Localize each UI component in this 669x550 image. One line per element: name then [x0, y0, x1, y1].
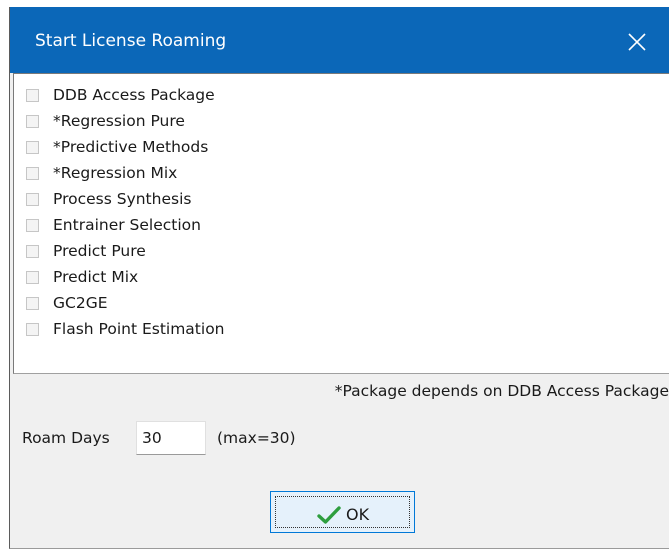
close-button[interactable] [616, 23, 656, 59]
window-title: Start License Roaming [35, 31, 227, 51]
close-icon [628, 33, 646, 51]
ok-button[interactable]: OK [270, 491, 415, 533]
package-label: GC2GE [53, 294, 108, 312]
title-bar: Start License Roaming [10, 7, 669, 73]
package-item-entrainer-selection[interactable]: Entrainer Selection [26, 215, 646, 239]
checkmark-icon [317, 506, 341, 524]
package-item-regression-pure[interactable]: *Regression Pure [26, 111, 646, 135]
roam-days-label: Roam Days [22, 429, 110, 447]
package-checklist: DDB Access Package *Regression Pure *Pre… [13, 73, 669, 374]
start-license-roaming-dialog: Start License Roaming DDB Access Package… [9, 7, 669, 549]
package-item-process-synthesis[interactable]: Process Synthesis [26, 189, 646, 213]
checkbox[interactable] [26, 297, 39, 310]
package-item-gc2ge[interactable]: GC2GE [26, 293, 646, 317]
package-item-predict-mix[interactable]: Predict Mix [26, 267, 646, 291]
checkbox[interactable] [26, 141, 39, 154]
checkbox[interactable] [26, 219, 39, 232]
checkbox[interactable] [26, 193, 39, 206]
focus-rectangle: OK [275, 496, 410, 528]
checkbox[interactable] [26, 89, 39, 102]
checkbox[interactable] [26, 271, 39, 284]
roam-days-max-note: (max=30) [217, 429, 296, 447]
roam-days-input[interactable] [136, 421, 206, 455]
checkbox[interactable] [26, 167, 39, 180]
package-label: *Regression Mix [53, 164, 178, 182]
package-label: Process Synthesis [53, 190, 192, 208]
package-item-flash-point-estimation[interactable]: Flash Point Estimation [26, 319, 646, 343]
package-label: Predict Mix [53, 268, 139, 286]
checkbox[interactable] [26, 245, 39, 258]
package-item-ddb-access-package[interactable]: DDB Access Package [26, 85, 646, 109]
package-label: *Predictive Methods [53, 138, 209, 156]
checkbox[interactable] [26, 115, 39, 128]
ok-button-label: OK [346, 505, 370, 524]
package-label: Predict Pure [53, 242, 146, 260]
checkbox[interactable] [26, 323, 39, 336]
package-label: Flash Point Estimation [53, 320, 225, 338]
package-label: Entrainer Selection [53, 216, 201, 234]
dependency-footnote: *Package depends on DDB Access Package [334, 382, 669, 400]
package-label: *Regression Pure [53, 112, 185, 130]
package-item-predict-pure[interactable]: Predict Pure [26, 241, 646, 265]
package-item-predictive-methods[interactable]: *Predictive Methods [26, 137, 646, 161]
package-label: DDB Access Package [53, 86, 215, 104]
package-item-regression-mix[interactable]: *Regression Mix [26, 163, 646, 187]
